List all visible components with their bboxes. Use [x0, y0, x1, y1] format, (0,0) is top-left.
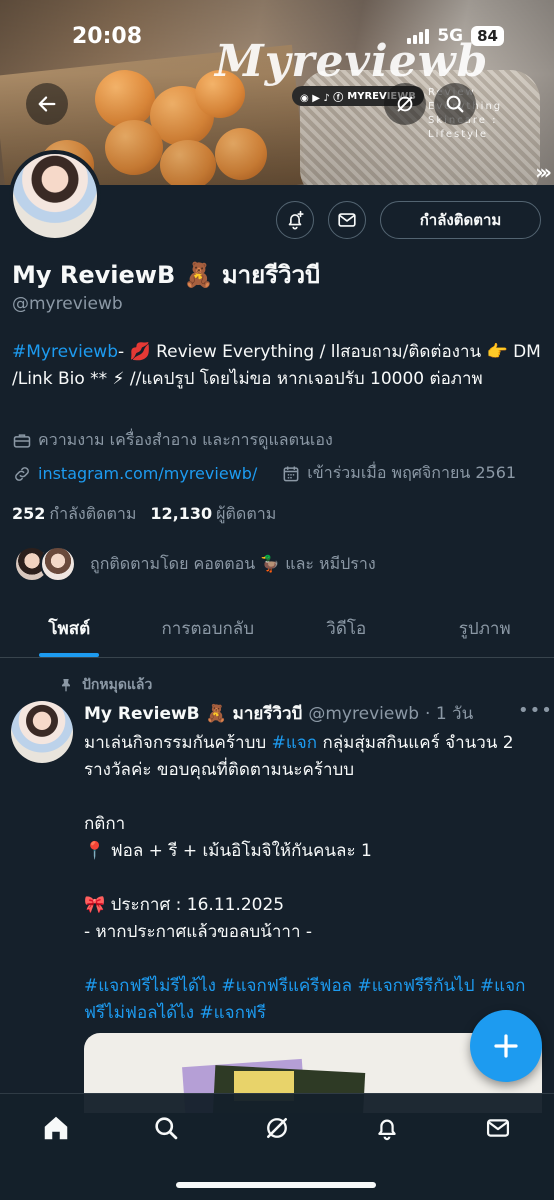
followers-count-link[interactable]: 12,130 ผู้ติดตาม [150, 502, 276, 527]
profile-stats: 252 กำลังติดตาม 12,130 ผู้ติดตาม [12, 502, 276, 527]
arrow-left-icon [38, 96, 56, 112]
post-hashtag-link[interactable]: #แจก [272, 733, 317, 753]
post-author-avatar[interactable] [11, 701, 73, 763]
nav-grok[interactable] [257, 1108, 297, 1148]
status-bar-indicators: 5G 84 [407, 26, 504, 46]
post-hashtags[interactable]: #แจกฟรีไม่รีได้ไง #แจกฟรีแค่รีฟอล #แจกฟร… [84, 973, 534, 1027]
profile-category: ความงาม เครื่องสำอาง และการดูแลตนเอง [12, 428, 333, 453]
profile-avatar[interactable] [9, 150, 101, 242]
compose-button[interactable] [470, 1010, 542, 1082]
network-type: 5G [437, 26, 464, 46]
search-button[interactable] [434, 83, 476, 125]
search-icon [155, 1117, 178, 1140]
following-button[interactable]: กำลังติดตาม [380, 201, 541, 239]
post-more-icon[interactable]: ••• [518, 700, 553, 721]
bio-hashtag-link[interactable]: #Myreviewb [12, 342, 118, 362]
tab-photos[interactable]: รูปภาพ [416, 600, 554, 657]
home-indicator [176, 1182, 376, 1188]
search-icon [446, 95, 464, 113]
grok-button[interactable] [384, 83, 426, 125]
post-header: My ReviewB 🧸 มายรีวิวบี @myreviewb · 1 ว… [84, 700, 473, 727]
profile-meta-row: instagram.com/myreviewb/ เข้าร่วมเมื่อ พ… [12, 461, 516, 486]
profile-tabs: โพสต์ การตอบกลับ วิดีโอ รูปภาพ [0, 600, 554, 658]
post-time: · 1 วัน [425, 704, 474, 724]
bell-plus-icon [288, 210, 304, 230]
pin-icon [62, 679, 70, 692]
followed-by-text: ถูกติดตามโดย คอตตอน 🦆 และ หมีปราง [90, 553, 376, 573]
post-text[interactable]: มาเล่นกิจกรรมกันคร้าบบ #แจก กลุ่มสุ่มสกิ… [84, 730, 534, 1027]
back-button[interactable] [26, 83, 68, 125]
grok-icon [266, 1117, 288, 1139]
following-count-link[interactable]: 252 กำลังติดตาม [12, 502, 136, 527]
tab-replies[interactable]: การตอบกลับ [139, 600, 278, 657]
post-rules-title: กติกา [84, 814, 126, 834]
status-time: 20:08 [72, 24, 143, 49]
mail-icon [486, 1119, 510, 1137]
profile-handle: @myreviewb [12, 294, 123, 314]
battery-icon: 84 [471, 26, 504, 46]
profile-joined-date: เข้าร่วมเมื่อ พฤศจิกายน 2561 [307, 463, 517, 482]
nav-search[interactable] [146, 1108, 186, 1148]
pinned-indicator: ปักหมุดแล้ว [58, 674, 152, 696]
profile-display-name: My ReviewB 🧸 มายรีวิวบี [12, 261, 321, 289]
followed-by-row[interactable]: ถูกติดตามโดย คอตตอน 🦆 และ หมีปราง [14, 546, 376, 582]
notify-button[interactable] [276, 201, 314, 239]
post-author-handle: @myreviewb [308, 703, 420, 724]
plus-icon [494, 1034, 518, 1058]
social-icons: ◉ ▶ ♪ ⓕ [300, 92, 344, 104]
message-button[interactable] [328, 201, 366, 239]
tab-videos[interactable]: วิดีโอ [277, 600, 416, 657]
more-arrows-icon: ››› [535, 160, 552, 184]
nav-messages[interactable] [478, 1108, 518, 1148]
post-author-name[interactable]: My ReviewB 🧸 มายรีวิวบี [84, 700, 302, 727]
tab-posts[interactable]: โพสต์ [0, 600, 139, 657]
follower-avatar [40, 546, 76, 582]
bell-icon [378, 1119, 396, 1141]
home-icon [44, 1116, 68, 1140]
nav-notifications[interactable] [367, 1108, 407, 1148]
link-icon [15, 466, 29, 481]
briefcase-icon [13, 433, 31, 448]
grok-icon [397, 96, 413, 112]
post-announce: 🎀 ประกาศ : 16.11.2025 [84, 895, 285, 915]
calendar-icon [283, 466, 299, 481]
mail-icon [338, 213, 356, 227]
nav-home[interactable] [36, 1108, 76, 1148]
signal-icon [407, 28, 430, 44]
profile-bio: #Myreviewb- 💋 Review Everything / llสอบถ… [12, 339, 542, 393]
post-rules: 📍 ฟอล + รี + เม้นอิโมจิให้กันคนละ 1 [84, 841, 372, 861]
post-note: - หากประกาศแล้วขอลบน้าาา - [84, 922, 313, 942]
profile-website-link[interactable]: instagram.com/myreviewb/ [38, 464, 257, 483]
